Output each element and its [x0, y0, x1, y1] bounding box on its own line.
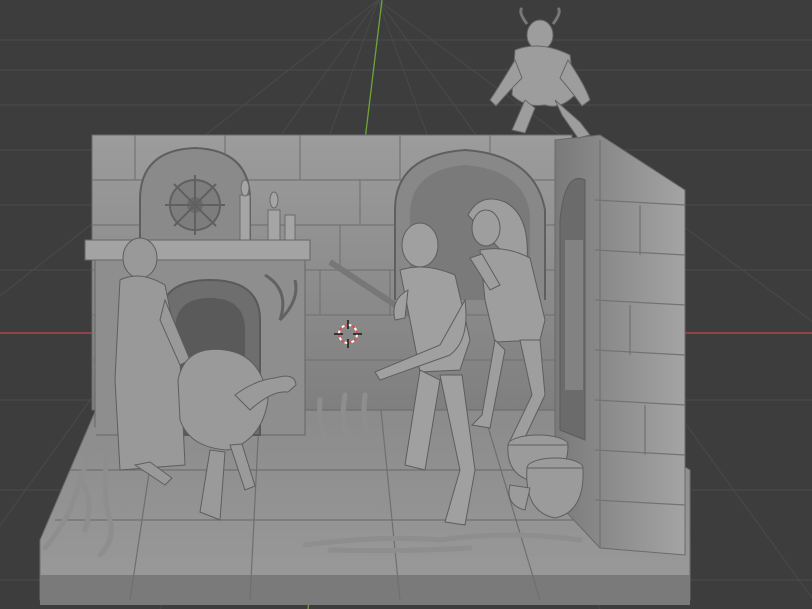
demon-figure[interactable]: [489, 6, 591, 139]
3d-viewport[interactable]: [0, 0, 812, 609]
viewport-canvas: [0, 0, 812, 609]
gothic-window-left: [139, 146, 251, 246]
